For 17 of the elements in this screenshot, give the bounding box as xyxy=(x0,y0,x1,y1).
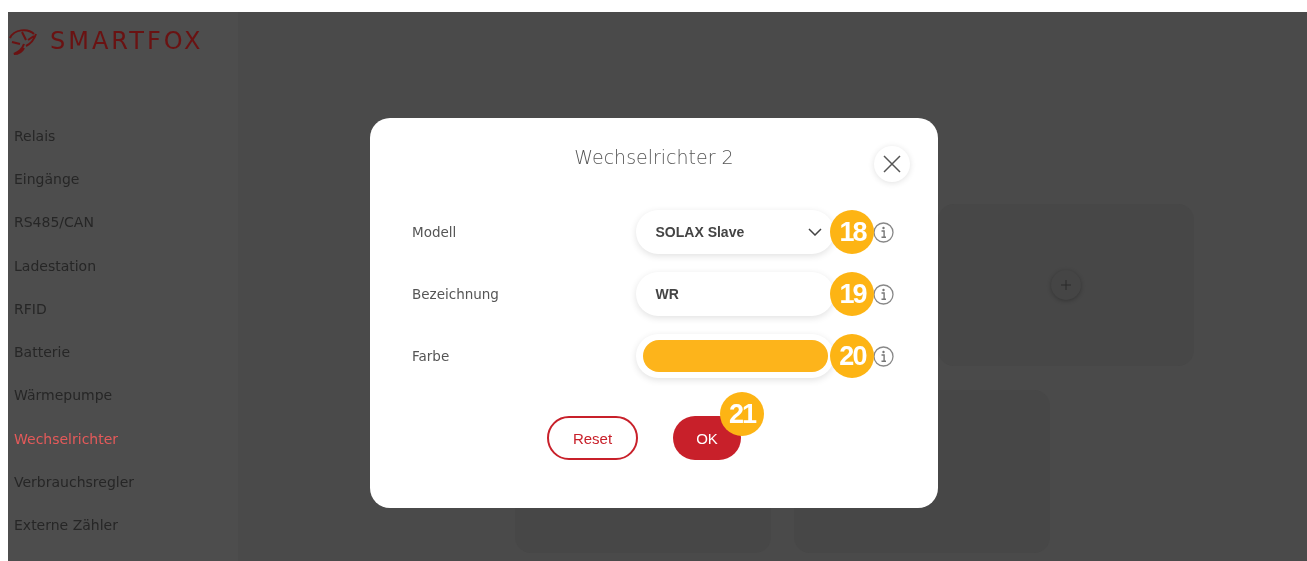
info-icon[interactable] xyxy=(873,221,895,243)
step-number-badge: 20 xyxy=(830,334,875,378)
sidebar-item[interactable]: Wechselrichter xyxy=(8,417,238,461)
step-number-badge: 18 xyxy=(830,210,875,254)
brand-logo-text: SMARTFOX xyxy=(50,27,204,55)
info-icon[interactable] xyxy=(873,283,895,305)
step-number-badge: 21 xyxy=(720,392,764,436)
chevron-down-icon xyxy=(808,228,823,236)
field-label: Farbe xyxy=(412,348,451,364)
step-number-badge: 19 xyxy=(830,272,875,316)
close-icon xyxy=(883,155,901,173)
dialog-title: Wechselrichter 2 xyxy=(574,146,734,170)
info-icon[interactable] xyxy=(873,345,895,367)
reset-button[interactable]: Reset xyxy=(547,416,638,460)
field-label: Modell xyxy=(412,224,458,240)
close-button[interactable] xyxy=(874,146,910,182)
field-label: Bezeichnung xyxy=(412,286,500,302)
